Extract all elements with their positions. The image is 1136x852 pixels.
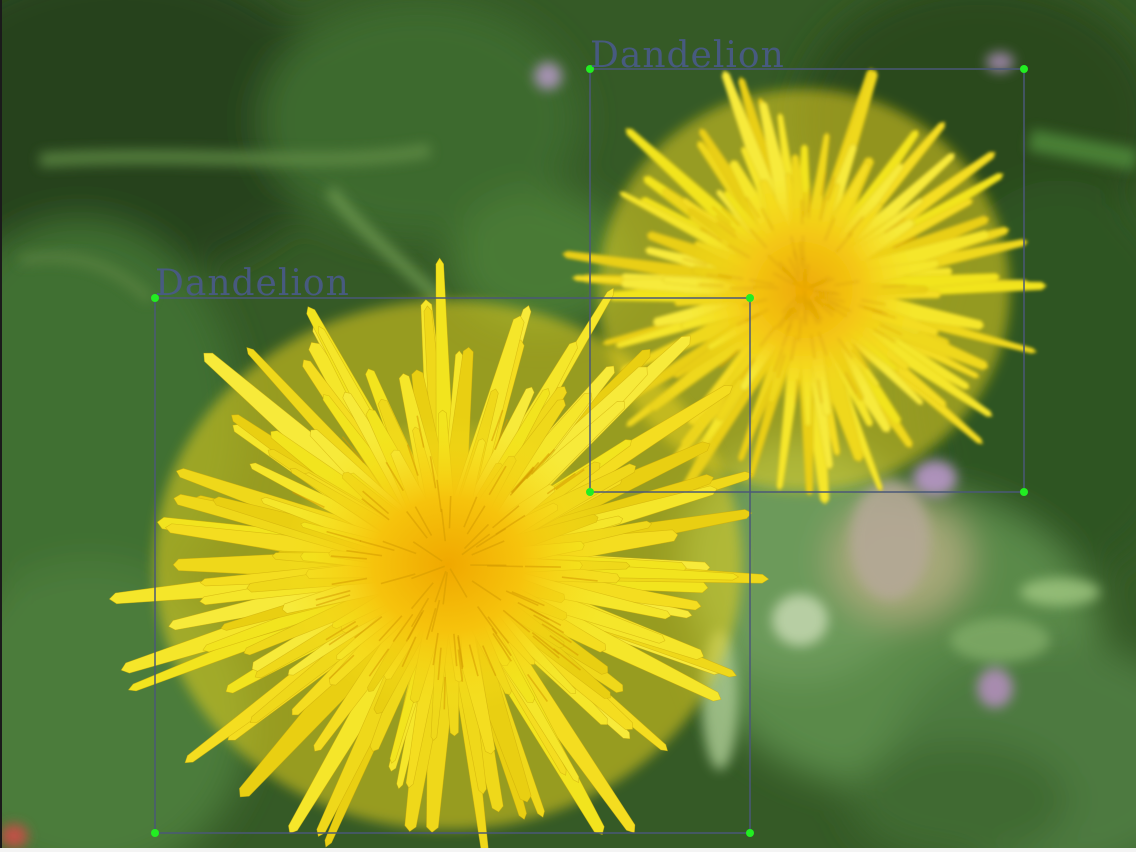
dandelion-photo <box>0 0 1136 852</box>
box-corner-marker <box>1020 65 1028 73</box>
box-corner-marker <box>1020 488 1028 496</box>
box-corner-marker <box>151 829 159 837</box>
box-corner-marker <box>586 488 594 496</box>
detection-label: Dandelion <box>590 35 785 76</box>
box-corner-marker <box>746 829 754 837</box>
detection-label: Dandelion <box>155 263 350 304</box>
annotated-photo: Dandelion Dandelion <box>0 0 1136 852</box>
box-corner-marker <box>746 294 754 302</box>
